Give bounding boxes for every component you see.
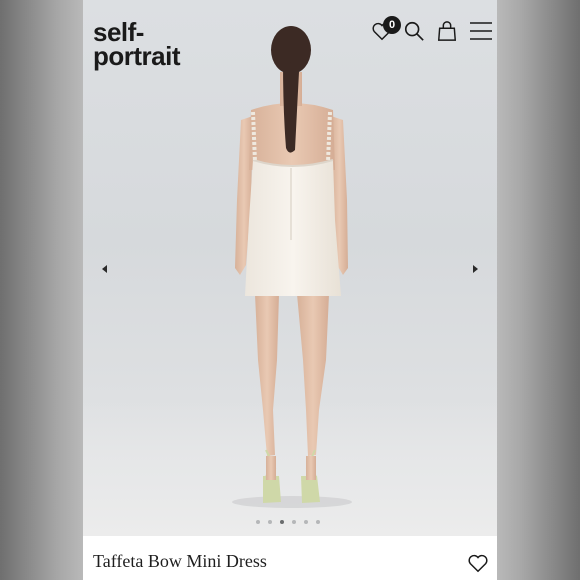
carousel-dot[interactable]: [256, 520, 260, 524]
carousel-dot[interactable]: [316, 520, 320, 524]
carousel-pagination: [256, 520, 320, 524]
carousel-dot[interactable]: [292, 520, 296, 524]
app-screen: self- portrait 0 Taffeta Bow Mini Dress: [83, 0, 497, 580]
carousel-dot[interactable]: [304, 520, 308, 524]
menu-icon[interactable]: [469, 20, 493, 42]
carousel-dot[interactable]: [268, 520, 272, 524]
bag-icon[interactable]: [436, 20, 458, 42]
next-image-arrow-icon[interactable]: [469, 263, 481, 275]
product-title: Taffeta Bow Mini Dress: [93, 551, 267, 571]
brand-logo-line2: portrait: [93, 41, 181, 71]
wishlist-count-badge: 0: [383, 16, 401, 34]
add-to-wishlist-heart-icon[interactable]: [467, 552, 489, 574]
search-icon[interactable]: [403, 20, 425, 42]
product-photo-model-back: [232, 26, 352, 508]
product-image-carousel[interactable]: [83, 0, 497, 536]
brand-logo[interactable]: self- portrait: [93, 19, 181, 71]
previous-image-arrow-icon[interactable]: [99, 263, 111, 275]
carousel-dot-active[interactable]: [280, 520, 284, 524]
